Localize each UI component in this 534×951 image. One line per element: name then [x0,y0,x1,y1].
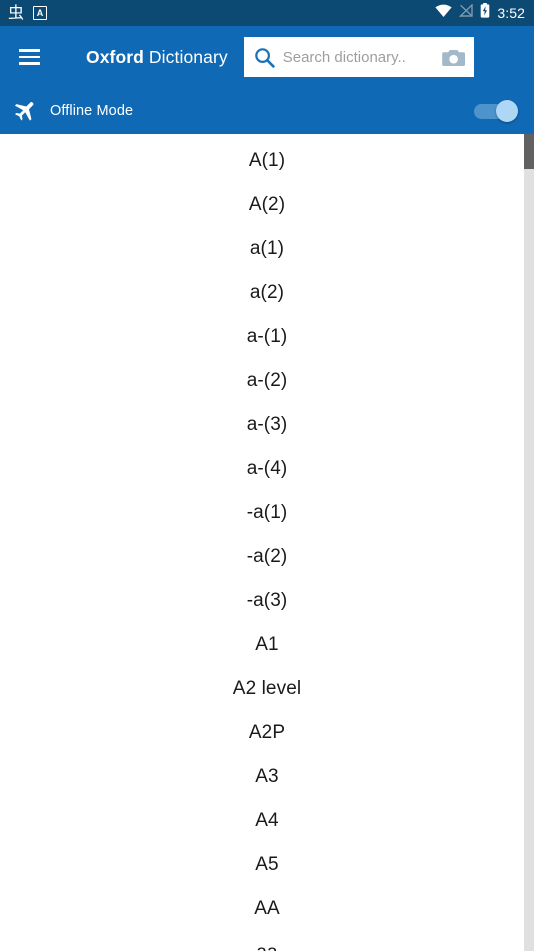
app-root: 虫 A 3:52 Oxford Dictionary Search dictio… [0,0,534,951]
word-list-item[interactable]: -a(2) [0,535,534,579]
app-title: Oxford Dictionary [86,47,228,68]
app-title-light: Dictionary [143,46,228,67]
battery-charging-icon [480,3,490,23]
word-list: A(1) A(2) a(1) a(2) a-(1) a-(2) a-(3) a-(4) -a(1… [0,134,534,951]
word-list-item[interactable]: a-(3) [0,403,534,447]
word-list-item[interactable]: -a(3) [0,579,534,623]
word-list-item[interactable]: A2P [0,711,534,755]
word-list-item[interactable]: A1 [0,623,534,667]
status-bar: 虫 A 3:52 [0,0,534,26]
hamburger-line [18,55,40,59]
search-bar[interactable] [243,37,474,77]
scrollbar-track[interactable] [524,134,534,951]
search-input[interactable] [274,48,442,66]
ime-keyboard-icon: A [33,6,48,20]
word-list-item[interactable]: a(2) [0,271,534,315]
offline-mode-label: Offline Mode [50,103,134,119]
airplane-icon [12,101,38,121]
hamburger-line [18,49,40,52]
word-list-item[interactable]: AA [0,887,534,931]
offline-mode-toggle[interactable] [474,100,518,122]
bug-glyph-icon: 虫 [8,3,25,22]
status-bar-left-icons: 虫 A [8,3,48,22]
mobile-signal-off-icon [459,3,474,22]
toggle-knob [496,100,518,122]
scrollbar-thumb[interactable] [524,134,534,169]
hamburger-menu-icon[interactable] [0,26,58,88]
word-list-item[interactable]: A(1) [0,139,534,183]
word-list-item[interactable]: A2 level [0,667,534,711]
word-list-item[interactable]: a-(1) [0,315,534,359]
search-icon [254,47,275,68]
word-list-item[interactable]: a-(4) [0,447,534,491]
word-list-item[interactable]: A4 [0,799,534,843]
hamburger-line [18,62,40,65]
word-list-item[interactable]: -a(1) [0,491,534,535]
word-list-item[interactable]: a-(2) [0,359,534,403]
word-list-item[interactable]: aa [0,931,534,951]
word-list-item[interactable]: a(1) [0,227,534,271]
word-list-item[interactable]: A(2) [0,183,534,227]
status-bar-clock: 3:52 [497,5,525,21]
offline-mode-bar: Offline Mode [0,88,534,134]
camera-icon[interactable] [441,48,466,67]
word-list-item[interactable]: A3 [0,755,534,799]
wifi-icon [435,4,452,22]
word-list-item[interactable]: A5 [0,843,534,887]
word-list-container[interactable]: A(1) A(2) a(1) a(2) a-(1) a-(2) a-(3) a-(4) -a(1… [0,134,534,951]
status-bar-right-icons: 3:52 [435,3,525,23]
app-title-bold: Oxford [86,46,144,67]
app-bar: Oxford Dictionary [0,26,534,88]
